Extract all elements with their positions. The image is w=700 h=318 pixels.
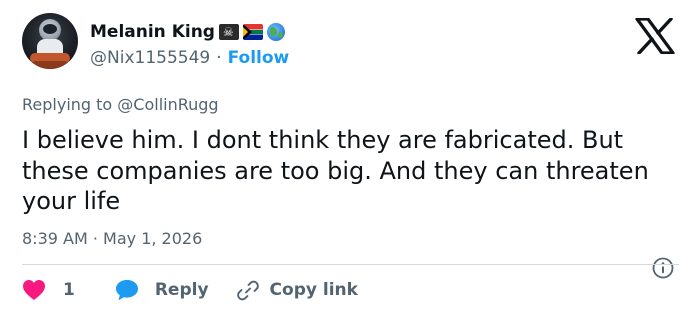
like-count: 1 <box>63 280 75 300</box>
reply-mention-link[interactable]: @CollinRugg <box>117 95 218 114</box>
avatar-visor <box>43 24 57 34</box>
action-bar: 1 Reply Copy link <box>22 276 358 304</box>
avatar-base <box>32 61 68 69</box>
tweet-text: I believe him. I dont think they are fab… <box>22 126 649 215</box>
copy-link-button[interactable]: Copy link <box>236 279 358 301</box>
replying-to: Replying to @CollinRugg <box>22 95 219 114</box>
handle-row: @Nix1155549 · Follow <box>90 48 289 68</box>
author-name-row[interactable]: Melanin King <box>90 20 285 44</box>
globe-icon <box>266 23 285 41</box>
link-icon <box>236 280 259 301</box>
info-icon[interactable] <box>652 257 674 279</box>
reply-label: Reply <box>154 280 209 300</box>
pirate-flag-icon <box>218 24 239 40</box>
separator-dot: · <box>216 48 222 68</box>
author-handle[interactable]: @Nix1155549 <box>90 48 210 68</box>
divider <box>22 264 679 265</box>
like-button[interactable]: 1 <box>22 279 75 301</box>
south-africa-flag-icon <box>242 24 263 40</box>
reply-bubble-icon <box>115 280 138 301</box>
author-display-name[interactable]: Melanin King <box>90 22 215 42</box>
follow-button[interactable]: Follow <box>228 48 290 68</box>
x-logo-icon[interactable] <box>635 18 675 54</box>
reply-button[interactable]: Reply <box>115 279 209 301</box>
tweet-timestamp[interactable]: 8:39 AM · May 1, 2026 <box>22 229 202 248</box>
avatar[interactable] <box>22 13 78 69</box>
replying-to-prefix: Replying to <box>22 95 113 114</box>
copy-link-label: Copy link <box>269 280 358 300</box>
heart-icon <box>23 280 45 300</box>
